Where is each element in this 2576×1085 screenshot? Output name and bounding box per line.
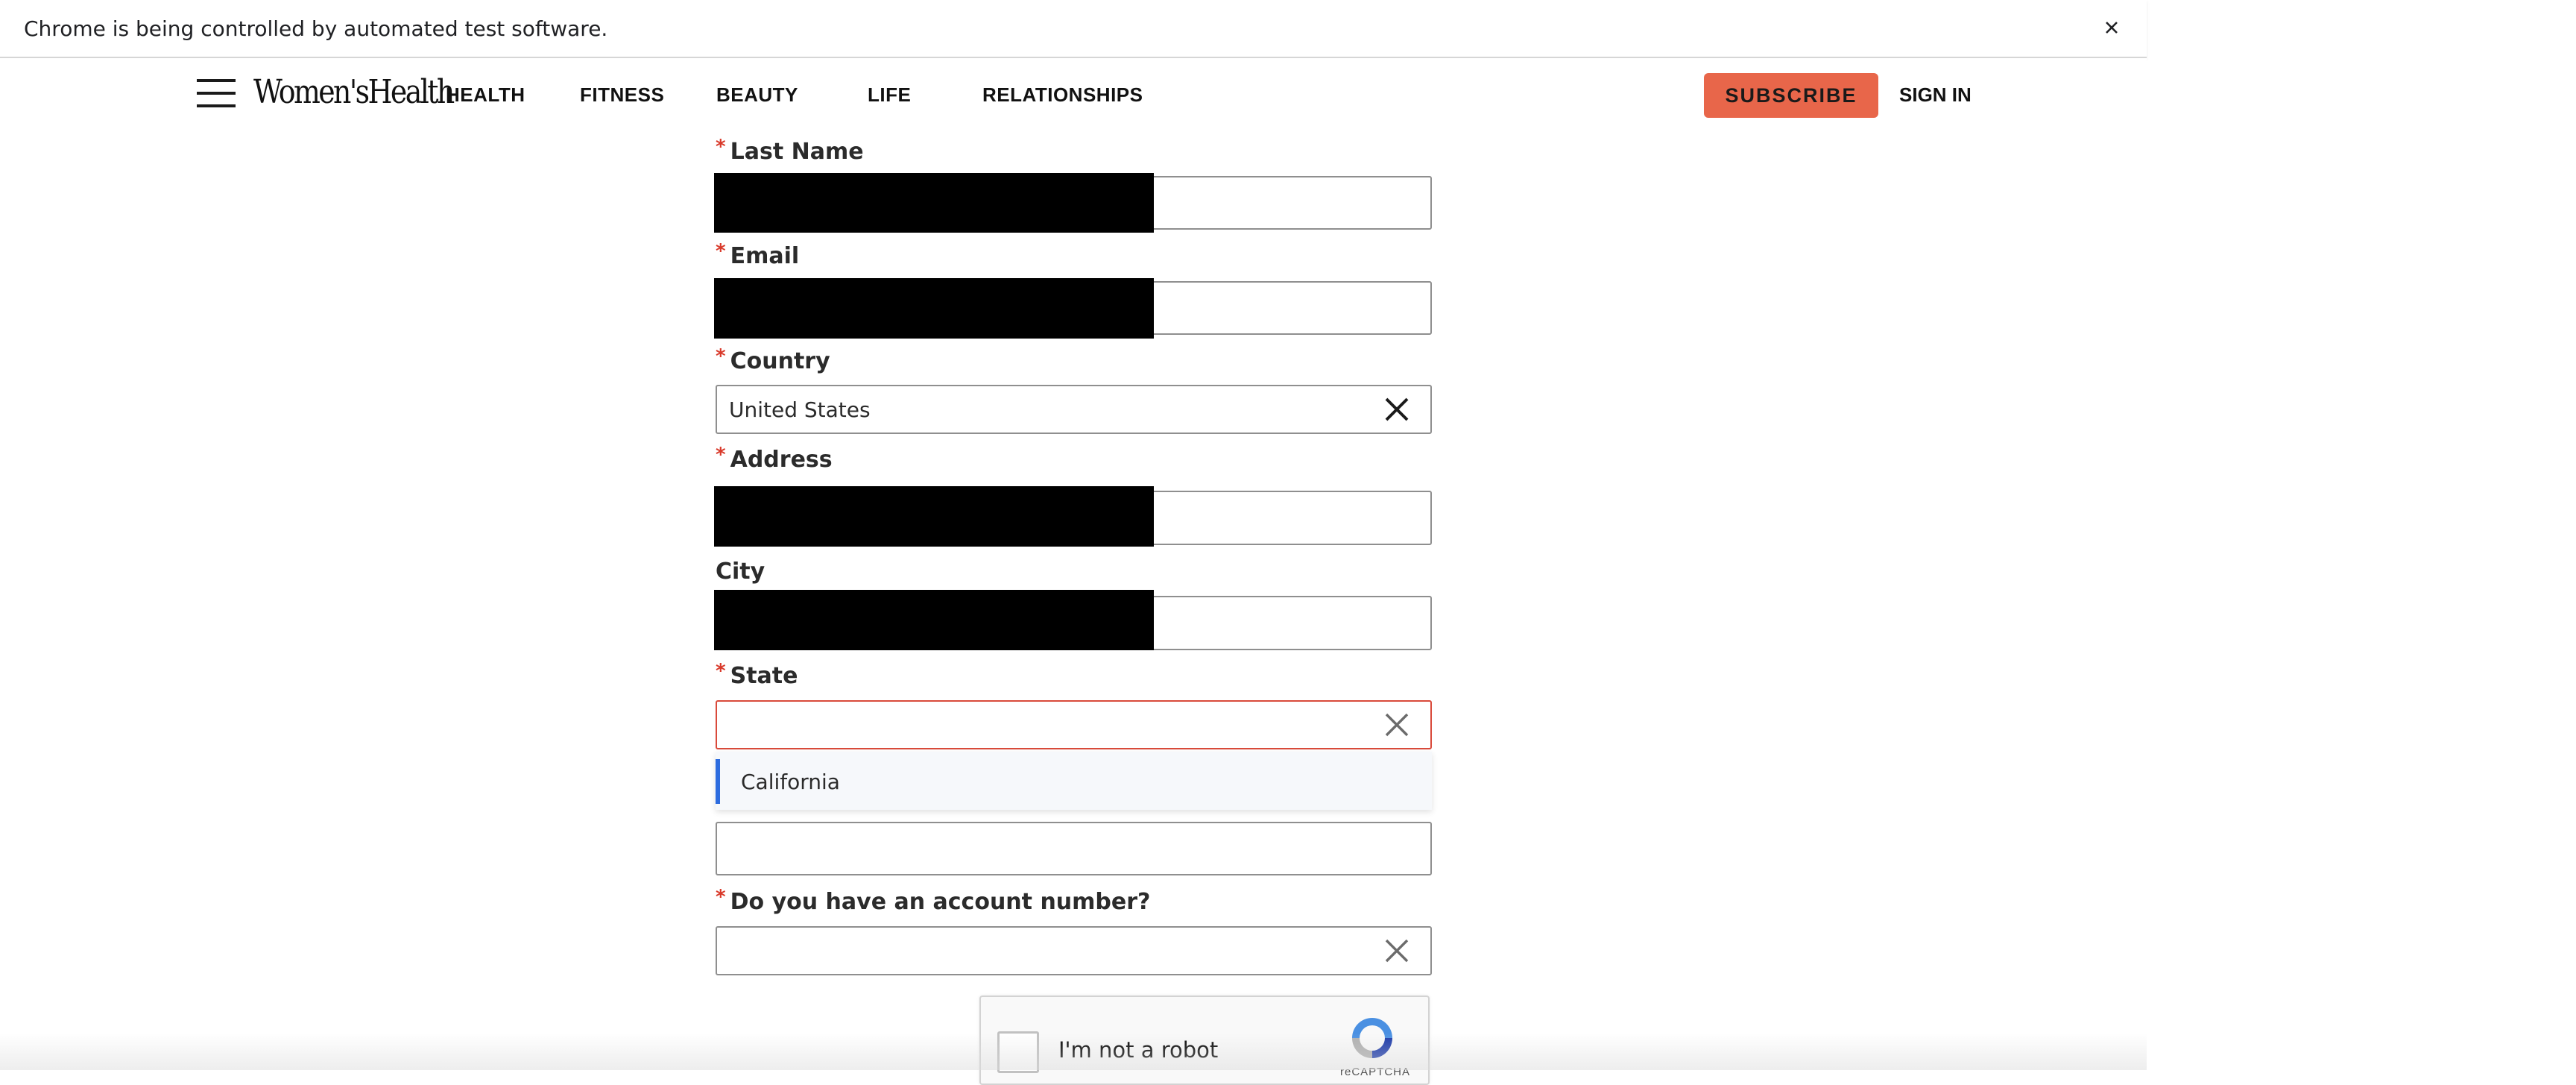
required-marker: * [716, 444, 726, 466]
account-number-label-text: Do you have an account number? [730, 889, 1151, 915]
state-label-text: State [730, 663, 798, 689]
country-label: * Country [716, 345, 830, 374]
account-number-select[interactable] [716, 926, 1432, 975]
clear-account-number-icon[interactable] [1383, 937, 1410, 964]
menu-icon[interactable] [197, 76, 236, 110]
required-marker: * [716, 660, 726, 682]
sign-in-link[interactable]: SIGN IN [1899, 84, 1972, 107]
required-marker: * [716, 345, 726, 368]
city-label-text: City [716, 559, 765, 585]
required-marker: * [716, 240, 726, 262]
close-icon[interactable] [2099, 15, 2124, 40]
redacted-block [714, 590, 1154, 650]
email-label: * Email [716, 240, 800, 269]
redacted-block [714, 173, 1154, 233]
nav-item-relationships[interactable]: RELATIONSHIPS [982, 84, 1143, 107]
nav-item-life[interactable]: LIFE [868, 84, 911, 107]
recaptcha-label: I'm not a robot [1058, 1037, 1219, 1063]
address-label-text: Address [730, 447, 833, 473]
address-label: * Address [716, 444, 833, 473]
nav-item-health[interactable]: HEALTH [446, 84, 525, 107]
email-label-text: Email [730, 243, 800, 269]
automation-infobar: Chrome is being controlled by automated … [0, 0, 2147, 58]
country-select[interactable]: United States [716, 385, 1432, 434]
recaptcha-widget: I'm not a robot reCAPTCHA [979, 996, 1430, 1085]
site-header: Women'sHealth HEALTH FITNESS BEAUTY LIFE… [0, 58, 2147, 133]
state-select[interactable] [716, 700, 1432, 749]
state-label: * State [716, 660, 798, 689]
required-marker: * [716, 886, 726, 908]
redacted-block [714, 486, 1154, 547]
recaptcha-brand: reCAPTCHA [1340, 1066, 1411, 1078]
state-option-california[interactable]: California [716, 759, 1432, 804]
zip-input[interactable] [716, 822, 1432, 875]
last-name-label-text: Last Name [730, 139, 864, 165]
site-logo[interactable]: Women'sHealth [253, 73, 455, 111]
redacted-block [714, 278, 1154, 339]
infobar-message: Chrome is being controlled by automated … [24, 16, 608, 41]
nav-item-beauty[interactable]: BEAUTY [716, 84, 798, 107]
recaptcha-logo-icon [1352, 1018, 1392, 1058]
clear-country-icon[interactable] [1383, 396, 1410, 423]
recaptcha-checkbox[interactable] [997, 1031, 1039, 1073]
city-label: City [716, 559, 765, 585]
required-marker: * [716, 136, 726, 158]
last-name-label: * Last Name [716, 136, 864, 165]
account-number-label: * Do you have an account number? [716, 886, 1151, 915]
clear-state-icon[interactable] [1383, 711, 1410, 738]
nav-item-fitness[interactable]: FITNESS [580, 84, 664, 107]
subscribe-button[interactable]: SUBSCRIBE [1704, 73, 1878, 118]
country-label-text: Country [730, 348, 830, 374]
state-dropdown: California [716, 752, 1432, 810]
